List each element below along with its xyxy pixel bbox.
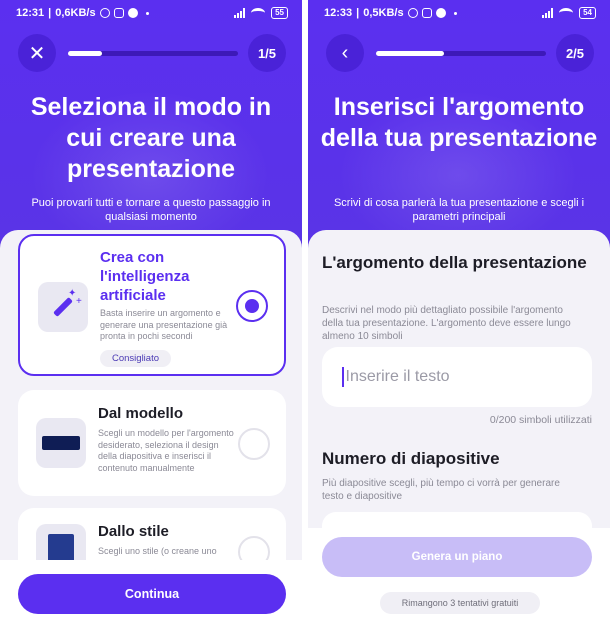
- alarm-icon: [407, 8, 418, 18]
- status-right: 54: [542, 7, 596, 19]
- top-bar: ‹ 2/5: [308, 34, 610, 74]
- battery-icon: 54: [579, 7, 596, 19]
- progress-bar: [376, 51, 546, 56]
- progress-fill: [376, 51, 444, 56]
- close-icon: ✕: [28, 42, 46, 65]
- header-hero: 12:31 | 0,6KB/s 55 ✕ 1/5 Seleziona il mo…: [0, 0, 302, 250]
- wifi-icon: [251, 8, 266, 18]
- option-title: Crea con l'intelligenza artificiale: [100, 249, 190, 304]
- topic-description: Descrivi nel modo più dettagliato possib…: [322, 305, 571, 342]
- template-icon: [36, 418, 86, 468]
- topic-input[interactable]: Inserire il testo: [322, 347, 592, 407]
- status-speed: 0,5KB/s: [363, 7, 404, 19]
- option-card-ai[interactable]: ✦ + Crea con l'intelligenza artificiale …: [18, 234, 286, 376]
- signal-icon: [234, 8, 246, 18]
- step-indicator: 1/5: [248, 34, 286, 72]
- magic-wand-icon: ✦ +: [38, 282, 88, 332]
- character-counter: 0/200 simboli utilizzati: [489, 414, 592, 426]
- facebook-icon: [435, 8, 446, 18]
- option-title: Dallo stile: [98, 523, 169, 540]
- generate-plan-button[interactable]: Genera un piano: [322, 537, 592, 577]
- option-description: Scegli un modello per l'argomento deside…: [98, 428, 234, 473]
- slides-heading: Numero di diapositive: [322, 449, 500, 468]
- topic-input-placeholder: Inserire il testo: [345, 368, 450, 385]
- status-right: 55: [234, 7, 288, 19]
- option-description: Basta inserire un argomento e generare u…: [100, 308, 228, 341]
- status-speed: 0,6KB/s: [55, 7, 96, 19]
- notification-dot-icon: [145, 11, 149, 15]
- step-indicator: 2/5: [556, 34, 594, 72]
- status-time: 12:33: [324, 7, 353, 19]
- page-title: Inserisci l'argomento della tua presenta…: [320, 93, 598, 152]
- page-title: Seleziona il modo in cui creare una pres…: [30, 93, 272, 183]
- back-button[interactable]: ‹: [326, 34, 364, 72]
- battery-icon: 55: [271, 7, 288, 19]
- top-bar: ✕ 1/5: [0, 34, 302, 74]
- page-subtitle: Puoi provarli tutti e tornare a questo p…: [31, 197, 271, 223]
- signal-icon: [542, 8, 554, 18]
- progress-fill: [68, 51, 102, 56]
- close-button[interactable]: ✕: [18, 34, 56, 72]
- slides-description: Più diapositive scegli, più tempo ci vor…: [322, 478, 560, 502]
- wifi-icon: [559, 8, 574, 18]
- status-time: 12:31: [16, 7, 45, 19]
- option-card-template[interactable]: Dal modello Scegli un modello per l'argo…: [18, 390, 286, 496]
- free-tries-badge: Rimangono 3 tentativi gratuiti: [380, 592, 540, 614]
- status-bar: 12:31 | 0,6KB/s 55: [0, 0, 302, 28]
- chevron-left-icon: ‹: [341, 41, 349, 64]
- recommended-badge: Consigliato: [100, 350, 171, 367]
- option-title: Dal modello: [98, 405, 184, 422]
- instagram-icon: [113, 8, 124, 18]
- progress-bar: [68, 51, 238, 56]
- status-bar: 12:33 | 0,5KB/s 54: [308, 0, 610, 28]
- instagram-icon: [421, 8, 432, 18]
- option-description: Scegli uno stile (o creane uno: [98, 546, 217, 556]
- topic-heading: L'argomento della presentazione: [322, 253, 587, 272]
- continue-button[interactable]: Continua: [18, 574, 286, 614]
- status-left: 12:31 | 0,6KB/s: [16, 7, 149, 19]
- option-radio-ai[interactable]: [236, 290, 268, 322]
- option-radio-template[interactable]: [238, 428, 270, 460]
- text-caret: [342, 367, 344, 387]
- alarm-icon: [99, 8, 110, 18]
- page-subtitle: Scrivi di cosa parlerà la tua presentazi…: [333, 197, 585, 223]
- facebook-icon: [127, 8, 138, 18]
- header-hero: 12:33 | 0,5KB/s 54 ‹ 2/5 Inserisci l'arg…: [308, 0, 610, 250]
- screen-step-2: 12:33 | 0,5KB/s 54 ‹ 2/5 Inserisci l'arg…: [308, 0, 610, 629]
- notification-dot-icon: [453, 11, 457, 15]
- status-left: 12:33 | 0,5KB/s: [324, 7, 457, 19]
- screen-step-1: 12:31 | 0,6KB/s 55 ✕ 1/5 Seleziona il mo…: [0, 0, 302, 629]
